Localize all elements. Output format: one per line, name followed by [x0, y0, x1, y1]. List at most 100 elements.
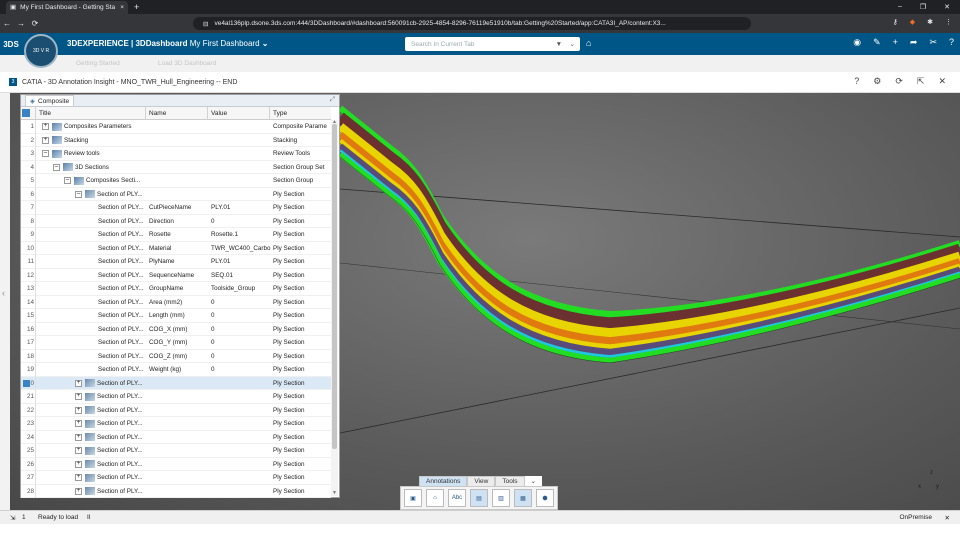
- table-row[interactable]: 7 Section of PLY... CutPieceName PLY.01 Ply …: [21, 201, 331, 215]
- tab-view[interactable]: View: [467, 476, 496, 486]
- home-icon[interactable]: ⌂: [426, 489, 444, 507]
- forward-icon[interactable]: →: [14, 19, 28, 28]
- table-row[interactable]: 19 Section of PLY... Weight (kg) 0 Ply Secti…: [21, 363, 331, 377]
- table-row[interactable]: 9 Section of PLY... Rosette Rosette.1 Ply Se…: [21, 228, 331, 242]
- row-checkbox[interactable]: [23, 379, 30, 387]
- menu-icon[interactable]: ⋮: [945, 18, 952, 26]
- tab-tools[interactable]: Tools: [495, 476, 525, 486]
- tag-icon[interactable]: ⌂: [586, 38, 591, 48]
- table-row[interactable]: 8 Section of PLY... Direction 0 Ply Section: [21, 214, 331, 228]
- close-status-icon[interactable]: ✕: [945, 514, 950, 522]
- expander-icon[interactable]: –: [53, 163, 60, 171]
- annotation-filter-icon[interactable]: ▤: [470, 489, 488, 507]
- tab-getting-started[interactable]: Getting Started: [76, 60, 120, 67]
- tools-icon[interactable]: ✂: [929, 37, 937, 48]
- annotation-edit-icon[interactable]: ▥: [492, 489, 510, 507]
- expander-icon[interactable]: +: [75, 460, 82, 468]
- table-row[interactable]: 2 + Stacking Stacking: [21, 133, 331, 147]
- table-row[interactable]: 24 + Section of PLY... Ply Section: [21, 430, 331, 444]
- scroll-down-icon[interactable]: ▼: [331, 490, 338, 496]
- expander-icon[interactable]: +: [42, 136, 49, 144]
- table-row[interactable]: 15 Section of PLY... Length (mm) 0 Ply Secti…: [21, 309, 331, 323]
- forward-share-icon[interactable]: ➦: [910, 37, 918, 48]
- chevron-down-icon[interactable]: ⌄: [524, 476, 542, 486]
- chevron-left-icon[interactable]: ‹: [2, 288, 5, 298]
- table-row[interactable]: 11 Section of PLY... PlyName PLY.01 Ply Sect…: [21, 255, 331, 269]
- capture-icon[interactable]: ▣: [404, 489, 422, 507]
- table-row[interactable]: 6 – Section of PLY... Ply Section: [21, 187, 331, 201]
- table-row[interactable]: 22 + Section of PLY... Ply Section: [21, 403, 331, 417]
- tab-close-icon[interactable]: ×: [120, 4, 124, 11]
- table-row[interactable]: 1 + Composites Parameters Composite Parame: [21, 120, 331, 134]
- settings-gear-icon[interactable]: ⚙: [873, 76, 881, 87]
- close-app-button[interactable]: ✕: [938, 76, 946, 87]
- table-row[interactable]: 12 Section of PLY... SequenceName SEQ.01 Ply…: [21, 268, 331, 282]
- col-value[interactable]: Value: [211, 110, 227, 117]
- filter-icon[interactable]: ▼: [556, 41, 562, 48]
- url-field[interactable]: ⊟ ve4al136plp.dsone.3ds.com:444/3DDashbo…: [193, 17, 751, 30]
- text-annotation-button[interactable]: Abc: [448, 489, 466, 507]
- col-type[interactable]: Type: [273, 110, 287, 117]
- pin-icon[interactable]: ⇱: [917, 76, 925, 87]
- site-info-icon[interactable]: ⊟: [203, 20, 208, 28]
- cube-rotate-icon[interactable]: ⬢: [536, 489, 554, 507]
- expand-icon[interactable]: ⤢: [330, 96, 335, 104]
- expander-icon[interactable]: +: [75, 406, 82, 414]
- minimize-button[interactable]: –: [898, 3, 902, 11]
- select-all-checkbox[interactable]: [22, 109, 30, 117]
- table-row[interactable]: 17 Section of PLY... COG_Y (mm) 0 Ply Sectio…: [21, 336, 331, 350]
- refresh-icon[interactable]: ⟳: [895, 76, 903, 87]
- panel-scrollbar[interactable]: ▲ ▼: [331, 119, 338, 496]
- expander-icon[interactable]: +: [75, 474, 82, 481]
- section-view-icon[interactable]: ▦: [514, 489, 532, 507]
- maximize-button[interactable]: ❐: [920, 3, 926, 11]
- key-icon[interactable]: ⚷: [893, 18, 898, 26]
- help-icon[interactable]: ?: [949, 37, 954, 48]
- expander-icon[interactable]: +: [42, 123, 49, 130]
- table-row[interactable]: 16 Section of PLY... COG_X (mm) 0 Ply Sectio…: [21, 322, 331, 336]
- expander-icon[interactable]: +: [75, 420, 82, 427]
- table-row[interactable]: 4 – 3D Sections Section Group Set: [21, 160, 331, 174]
- expander-icon[interactable]: +: [75, 433, 82, 441]
- expander-icon[interactable]: –: [75, 190, 82, 198]
- dashboard-name[interactable]: My First Dashboard: [190, 39, 260, 48]
- scroll-thumb[interactable]: [332, 124, 337, 449]
- expander-icon[interactable]: +: [75, 447, 82, 454]
- table-row[interactable]: 3 – Review tools Review Tools: [21, 147, 331, 161]
- browser-tab[interactable]: ▣ My First Dashboard - Getting Sta ×: [6, 0, 128, 14]
- tab-composite[interactable]: ◈ Composite: [25, 95, 75, 106]
- table-row[interactable]: 10 Section of PLY... Material TWR_WC400_Car…: [21, 241, 331, 255]
- pause-button[interactable]: II: [87, 514, 91, 521]
- expander-icon[interactable]: –: [64, 177, 71, 184]
- expander-icon[interactable]: +: [75, 487, 82, 495]
- table-row[interactable]: 13 Section of PLY... GroupName Toolside_Gro…: [21, 282, 331, 296]
- compass-icon[interactable]: 3D V R: [24, 34, 58, 68]
- col-name[interactable]: Name: [149, 110, 166, 117]
- expander-icon[interactable]: –: [42, 150, 49, 157]
- help-button[interactable]: ?: [854, 76, 859, 87]
- table-row[interactable]: 27 + Section of PLY... Ply Section: [21, 471, 331, 485]
- table-row[interactable]: 23 + Section of PLY... Ply Section: [21, 417, 331, 431]
- new-tab-button[interactable]: +: [134, 2, 139, 12]
- back-icon[interactable]: ←: [0, 19, 14, 28]
- table-row[interactable]: 20 + Section of PLY... Ply Section: [21, 376, 331, 390]
- col-title[interactable]: Title: [39, 110, 51, 117]
- close-window-button[interactable]: ✕: [944, 3, 950, 11]
- table-row[interactable]: 18 Section of PLY... COG_Z (mm) 0 Ply Sectio…: [21, 349, 331, 363]
- share-icon[interactable]: ✎: [873, 37, 881, 48]
- extensions-icon[interactable]: ✱: [927, 18, 933, 26]
- reload-icon[interactable]: ⟳: [28, 19, 42, 28]
- table-row[interactable]: 28 + Section of PLY... Ply Section: [21, 484, 331, 498]
- table-row[interactable]: 26 + Section of PLY... Ply Section: [21, 457, 331, 471]
- add-icon[interactable]: +: [893, 37, 898, 48]
- tab-annotations[interactable]: Annotations: [419, 476, 468, 486]
- expander-icon[interactable]: +: [75, 393, 82, 400]
- shield-icon[interactable]: ◆: [910, 18, 915, 26]
- table-row[interactable]: 21 + Section of PLY... Ply Section: [21, 390, 331, 404]
- table-row[interactable]: 25 + Section of PLY... Ply Section: [21, 444, 331, 458]
- table-row[interactable]: 5 – Composites Secti... Section Group: [21, 174, 331, 188]
- user-icon[interactable]: ◉: [853, 37, 861, 48]
- chevron-down-icon[interactable]: ⌄: [262, 39, 269, 48]
- search-input[interactable]: Search In Current Tab ▼ ⌄: [405, 37, 580, 51]
- chevron-down-icon[interactable]: ⌄: [570, 40, 575, 48]
